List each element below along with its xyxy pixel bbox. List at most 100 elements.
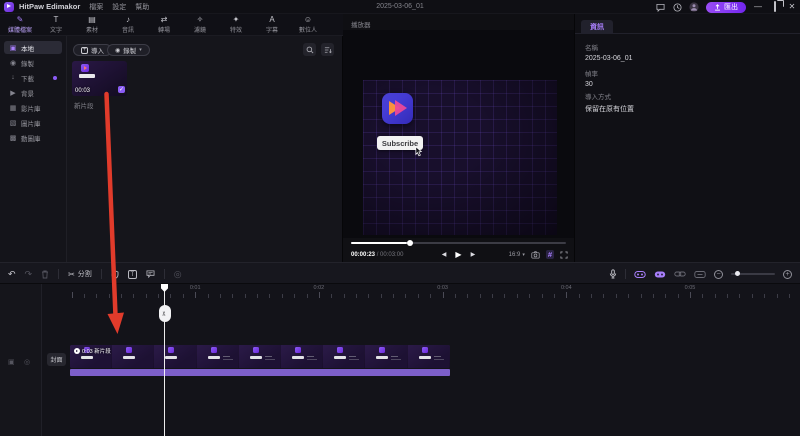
redo-button[interactable]: ↷	[25, 269, 33, 279]
timeline-clip-label: 0:03 新片段	[82, 349, 111, 355]
delete-button[interactable]	[41, 270, 49, 279]
snap-toggle[interactable]	[634, 270, 646, 279]
sidebar-item-video-library[interactable]: ▦ 影片庫	[4, 101, 62, 114]
timeline: ▣ ◎ 0:01 0:02 0:03 0:04 0:05 封面 0:03 新片段 ✂	[0, 284, 800, 436]
sidebar-item-background[interactable]: ▶ 背景	[4, 86, 62, 99]
text-tab-icon: T	[53, 15, 59, 24]
restore-button[interactable]	[770, 0, 780, 14]
track-settings-icon[interactable]: ◎	[24, 358, 30, 366]
ripple-icon	[654, 271, 666, 277]
undo-button[interactable]: ↶	[8, 269, 16, 279]
magnet-icon	[634, 270, 646, 278]
media-clip-thumbnail[interactable]: 00:03 ✓	[72, 61, 127, 96]
info-tabstrip: 資訊	[575, 20, 800, 34]
minimize-button[interactable]: —	[753, 0, 763, 14]
sort-button[interactable]	[321, 43, 334, 56]
filmstrip-icon	[694, 270, 706, 278]
speech-bubble-icon	[146, 270, 155, 278]
preview-axis-toggle[interactable]	[694, 270, 706, 279]
background-icon: ▶	[10, 89, 16, 97]
previous-frame-button[interactable]: ◀	[442, 251, 447, 258]
sort-icon	[324, 46, 332, 53]
app-window: HitPaw Edimakor 檔案 設定 幫助 2025-03-06_01 匯…	[0, 0, 800, 436]
snapshot-button[interactable]	[531, 250, 540, 259]
subtitle-tool-button[interactable]	[146, 270, 155, 278]
export-icon	[715, 3, 720, 11]
menu-settings[interactable]: 設定	[112, 2, 126, 12]
sidebar-item-image-library[interactable]: ▧ 圖片庫	[4, 116, 62, 129]
history-clock-icon[interactable]	[672, 2, 682, 12]
clip-duration: 00:03	[75, 88, 91, 94]
grid-overlay-button[interactable]: #	[545, 250, 554, 259]
sidebar-item-local[interactable]: ▣ 本地	[4, 41, 62, 54]
feedback-icon[interactable]	[655, 2, 665, 12]
shield-icon	[111, 269, 119, 279]
microphone-icon	[609, 269, 617, 279]
split-button[interactable]: ✂ 分割	[68, 269, 92, 279]
sidebar-item-record[interactable]: ◉ 錄製	[4, 56, 62, 69]
record-dot-icon: ◉	[115, 47, 121, 54]
time-display: 00:00:23 / 00:03:00	[351, 252, 404, 258]
account-avatar-icon[interactable]	[689, 2, 699, 12]
titlebar: HitPaw Edimakor 檔案 設定 幫助 2025-03-06_01 匯…	[0, 0, 800, 14]
ribbon-tabs: ✎ 媒體檔案 T 文字 ▤ 素材 ♪ 音訊 ⇄ 轉場 ✧ 濾鏡 ✦ 特效 A 字	[0, 14, 343, 36]
play-button[interactable]: ▶	[455, 250, 461, 259]
search-button[interactable]	[303, 43, 316, 56]
zoom-slider-thumb[interactable]	[735, 271, 740, 276]
timeline-ruler[interactable]: 0:01 0:02 0:03 0:04 0:05	[42, 284, 800, 300]
menu-file[interactable]: 檔案	[89, 2, 103, 12]
text-tool-button[interactable]: T	[127, 269, 137, 279]
link-toggle[interactable]	[674, 270, 686, 278]
next-frame-button[interactable]: ▶	[471, 251, 476, 258]
link-icon	[674, 271, 686, 277]
zoom-out-button[interactable]: −	[714, 269, 723, 279]
mosaic-button[interactable]	[111, 269, 119, 279]
close-button[interactable]: ✕	[787, 0, 797, 14]
clip-audio-strip[interactable]	[70, 369, 450, 376]
sidebar-item-gif-library[interactable]: ▩ 動圖庫	[4, 131, 62, 144]
transitions-tab-icon: ⇄	[160, 15, 168, 24]
sidebar-item-download[interactable]: ↓ 下載	[4, 71, 62, 84]
tab-effects[interactable]: ✦ 特效	[218, 14, 254, 35]
auto-ripple-toggle[interactable]	[654, 270, 666, 279]
voiceover-button[interactable]	[609, 269, 617, 279]
subtitles-tab-icon: A	[269, 15, 275, 24]
folder-icon: ▣	[9, 44, 17, 52]
timeline-zoom-slider[interactable]	[731, 271, 775, 276]
cover-button[interactable]: 封面	[47, 353, 66, 366]
tab-media[interactable]: ✎ 媒體檔案	[2, 14, 38, 35]
track-option-icon[interactable]: ▣	[8, 358, 15, 366]
menu-help[interactable]: 幫助	[135, 2, 149, 12]
tab-transitions[interactable]: ⇄ 轉場	[146, 14, 182, 35]
filters-tab-icon: ✧	[196, 15, 204, 24]
film-icon	[74, 348, 80, 354]
download-badge	[53, 75, 57, 80]
digital-human-tab-icon: ☺	[303, 15, 313, 24]
info-field-name: 名稱 2025-03-06_01	[585, 45, 633, 62]
tab-subtitles[interactable]: A 字幕	[254, 14, 290, 35]
keyframe-button[interactable]: ◎	[174, 269, 182, 279]
aspect-ratio-dropdown[interactable]: 16:9 ▾	[509, 252, 525, 258]
tab-info[interactable]: 資訊	[581, 20, 613, 34]
info-panel: 資訊 名稱 2025-03-06_01 幀率 30 導入方式 保留在原有位置	[575, 14, 800, 262]
fullscreen-button[interactable]	[560, 250, 568, 259]
trash-icon	[42, 270, 49, 278]
tab-digital-human[interactable]: ☺ 數位人	[290, 14, 326, 35]
fullscreen-icon	[560, 250, 568, 259]
tab-audio[interactable]: ♪ 音訊	[110, 14, 146, 35]
tab-text[interactable]: T 文字	[38, 14, 74, 35]
seek-thumb[interactable]	[406, 240, 413, 246]
export-button[interactable]: 匯出	[706, 1, 746, 13]
restore-icon	[774, 1, 776, 12]
record-button[interactable]: ◉ 錄製 ▾	[107, 44, 150, 56]
tab-assets[interactable]: ▤ 素材	[74, 14, 110, 35]
preview-panel: 播放器 Subscribe 00:00:23 /	[343, 14, 575, 262]
info-field-import-method: 導入方式 保留在原有位置	[585, 94, 634, 113]
seek-progress	[351, 242, 407, 244]
tab-filters[interactable]: ✧ 濾鏡	[182, 14, 218, 35]
preview-header: 播放器	[351, 22, 371, 29]
seek-slider[interactable]	[351, 240, 566, 246]
zoom-in-button[interactable]: +	[783, 269, 792, 279]
gif-library-icon: ▩	[9, 134, 17, 142]
timeline-clip[interactable]: 0:03 新片段	[70, 345, 450, 368]
